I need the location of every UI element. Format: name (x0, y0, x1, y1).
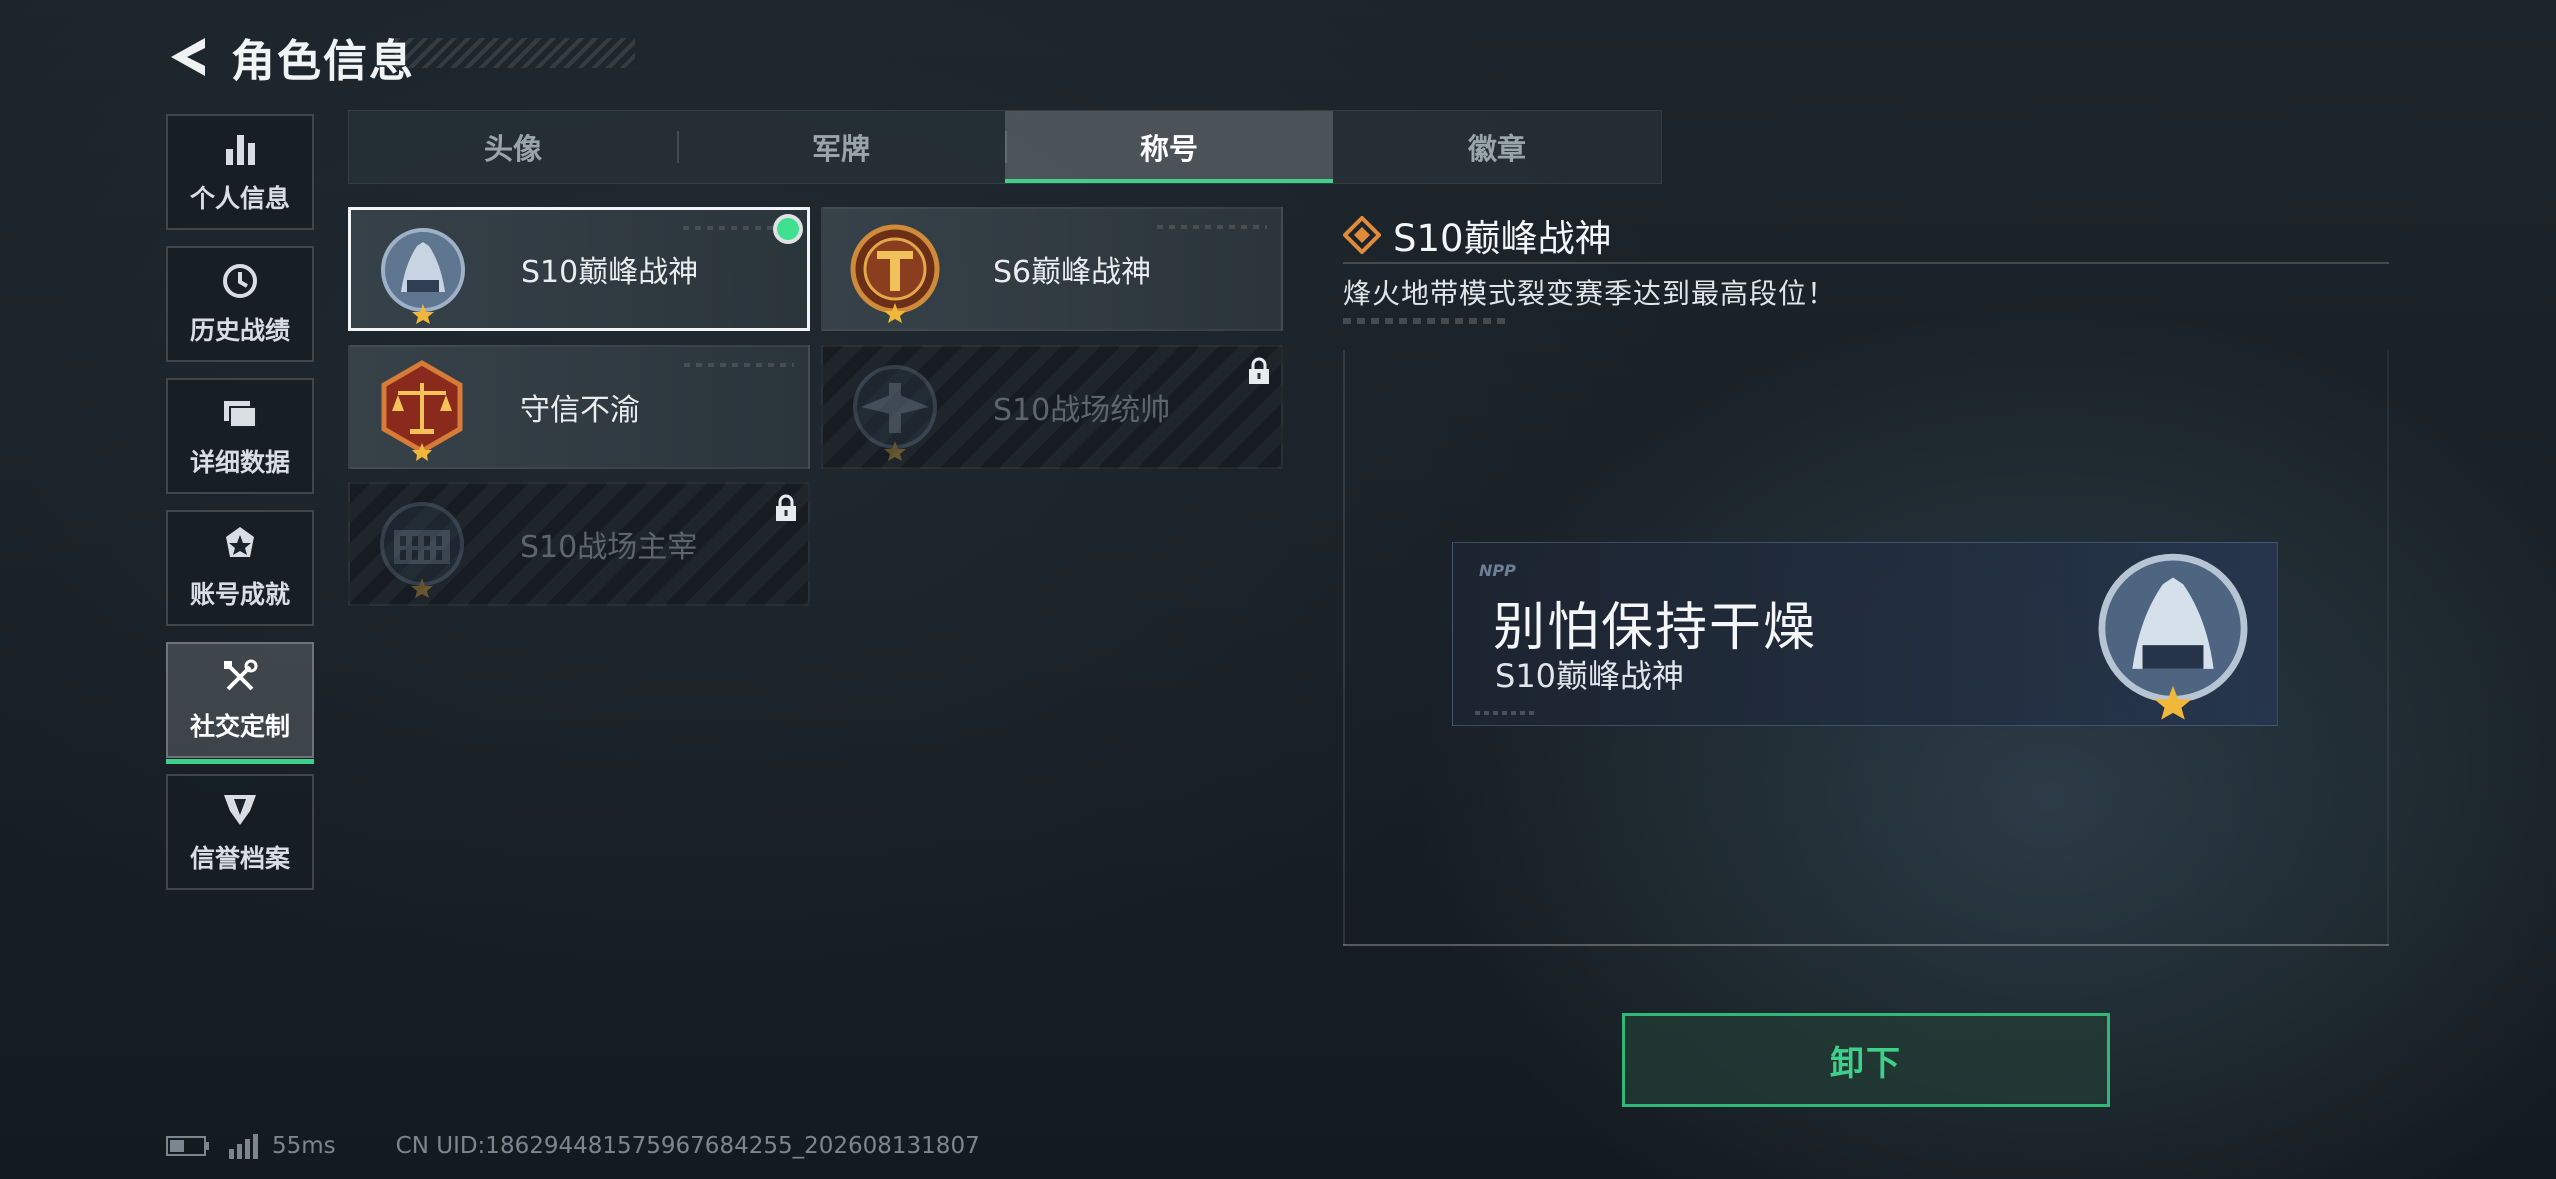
user-uid: CN UID:1862944815759676842​55_2026081318… (395, 1133, 980, 1159)
card-decoration (684, 363, 794, 367)
history-clock-icon (223, 264, 257, 298)
title-card-name: S10战场主宰 (520, 530, 698, 565)
bar-chart-icon (226, 135, 255, 165)
tab-title[interactable]: 称号 (1005, 111, 1333, 183)
detail-title: S10巅峰战神 (1393, 217, 1612, 260)
divider (1343, 262, 2389, 264)
sidebar-item-detailed-data[interactable]: 详细数据 (166, 378, 314, 494)
tab-badge[interactable]: 徽章 (1333, 111, 1661, 183)
sidebar-item-label: 社交定制 (189, 712, 290, 741)
ping-value: 55ms (272, 1133, 336, 1159)
title-card-s6-peak[interactable]: S6巅峰战神 (821, 207, 1283, 331)
sidebar-item-label: 历史战绩 (189, 316, 290, 345)
namecard-player-name: 别怕保持干燥 (1493, 598, 1818, 658)
aircraft-emblem-icon (853, 365, 937, 461)
divider (1343, 944, 2389, 946)
title-card-name: 守信不渝 (520, 393, 640, 428)
folder-icon (224, 401, 257, 428)
scales-emblem-icon (381, 360, 463, 461)
namecard-decoration (1475, 711, 1535, 715)
colosseum-emblem-icon (380, 502, 464, 598)
page-header: 角色信息 (165, 22, 415, 92)
tools-icon (224, 659, 258, 691)
unequip-button[interactable]: 卸下 (1622, 1013, 2110, 1107)
achievement-icon (226, 527, 254, 557)
diamond-icon (1343, 216, 1381, 254)
page-title: 角色信息 (231, 36, 415, 87)
namecard-preview: NPP 别怕保持干燥 S10巅峰战神 (1452, 542, 2278, 726)
detail-description: 烽火地带模式裂变赛季达到最高段位！ (1343, 277, 1837, 310)
sidebar-item-achievements[interactable]: 账号成就 (166, 510, 314, 626)
silver-arena-emblem-icon (381, 228, 465, 324)
silver-arena-emblem-icon (2098, 553, 2248, 720)
lock-icon (776, 494, 796, 521)
namecard-logo: NPP (1479, 561, 1516, 580)
detail-header: S10巅峰战神 (1343, 208, 1612, 262)
bronze-t-emblem-icon (850, 224, 940, 323)
description-decoration (1343, 318, 1508, 324)
sidebar-item-label: 账号成就 (189, 580, 290, 609)
sidebar-item-social-custom[interactable]: 社交定制 (166, 642, 314, 764)
sidebar-item-credit-file[interactable]: 信誉档案 (166, 774, 314, 890)
sidebar-item-history[interactable]: 历史战绩 (166, 246, 314, 362)
card-decoration (1157, 225, 1267, 229)
namecard-title: S10巅峰战神 (1495, 657, 1685, 695)
battery-icon (166, 1136, 209, 1156)
lock-icon (1249, 357, 1269, 384)
title-card-s10-commander[interactable]: S10战场统帅 (821, 345, 1283, 469)
title-card-s10-peak[interactable]: S10巅峰战神 (348, 207, 810, 331)
sidebar-item-label: 信誉档案 (189, 844, 290, 873)
tab-avatar[interactable]: 头像 (349, 111, 677, 183)
sidebar-item-personal-info[interactable]: 个人信息 (166, 114, 314, 230)
back-arrow-icon[interactable] (165, 34, 211, 80)
title-decoration (395, 38, 635, 68)
signal-icon (229, 1134, 258, 1159)
title-card-name: S6巅峰战神 (993, 255, 1152, 290)
equipped-indicator (777, 218, 799, 240)
tab-dog-tag[interactable]: 军牌 (677, 111, 1005, 183)
sidebar-item-label: 详细数据 (189, 448, 290, 477)
shield-wing-icon (224, 795, 256, 825)
title-card-name: S10战场统帅 (993, 393, 1171, 428)
title-card-name: S10巅峰战神 (521, 255, 699, 290)
sidebar-item-label: 个人信息 (189, 184, 290, 213)
status-footer: 55ms CN UID:1862944815759676842​55_20260… (166, 1126, 980, 1166)
tab-bar: 头像 军牌 称号 徽章 (348, 110, 1662, 184)
title-card-s10-dominator[interactable]: S10战场主宰 (348, 482, 810, 606)
sidebar: 个人信息 历史战绩 详细数据 账号成就 社交定制 信誉档案 (166, 114, 316, 906)
title-card-trustworthy[interactable]: 守信不渝 (348, 345, 810, 469)
